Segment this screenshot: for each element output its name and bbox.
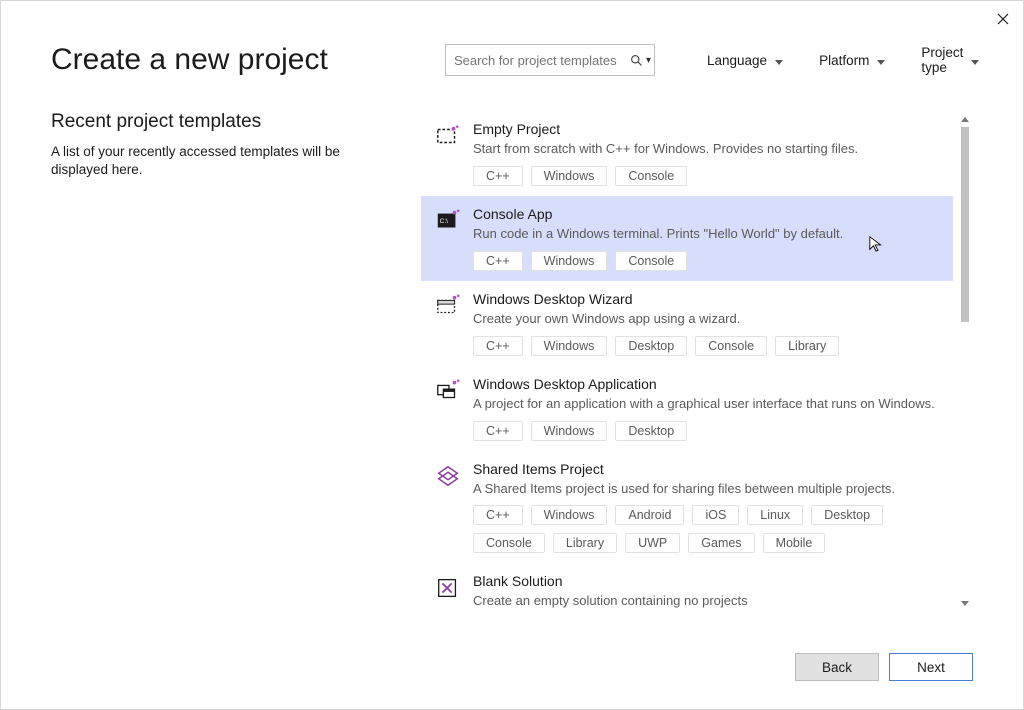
filter-project-type[interactable]: Project type [921,45,979,75]
caret-down-icon [971,53,979,68]
filter-platform-label: Platform [819,53,869,68]
template-tags: C++ Windows Desktop [473,421,939,441]
template-name: Blank Solution [473,573,939,589]
filter-platform[interactable]: Platform [819,45,885,75]
new-project-dialog: Create a new project ▾ Language Platform… [0,0,1024,710]
template-list[interactable]: Empty Project Start from scratch with C++… [421,111,953,611]
template-tag: Desktop [615,421,687,441]
template-tag: C++ [473,421,523,441]
template-tag: Windows [531,166,608,186]
template-tag: Console [615,166,687,186]
template-tag: Library [775,336,839,356]
template-tag: Desktop [811,505,883,525]
next-button-label: Next [917,660,945,675]
page-title: Create a new project [51,43,421,77]
scroll-thumb[interactable] [961,127,969,322]
filter-project-type-label: Project type [921,45,963,75]
template-name: Console App [473,206,939,222]
filter-language[interactable]: Language [707,45,783,75]
template-body: Windows Desktop Wizard Create your own Wi… [473,291,939,356]
template-desc: Create an empty solution containing no p… [473,593,939,610]
template-tag: Windows [531,336,608,356]
template-item[interactable]: Empty Project Start from scratch with C++… [421,111,953,196]
template-item[interactable]: Shared Items Project A Shared Items proje… [421,451,953,564]
template-tag: Mobile [763,533,826,553]
caret-down-icon [775,53,783,68]
template-desc: A project for an application with a grap… [473,396,939,413]
template-tags: C++ Windows Desktop Console Library [473,336,939,356]
template-name: Windows Desktop Wizard [473,291,939,307]
template-icon [435,463,461,489]
template-body: Blank Solution Create an empty solution c… [473,573,939,611]
scrollbar[interactable] [957,111,973,611]
template-desc: Run code in a Windows terminal. Prints "… [473,226,939,243]
filter-bar: Language Platform Project type [707,45,979,75]
template-tag: Library [553,533,617,553]
caret-down-icon [877,53,885,68]
filter-language-label: Language [707,53,767,68]
template-icon [435,378,461,404]
template-name: Empty Project [473,121,939,137]
template-tag: Console [615,251,687,271]
template-tag: Windows [531,421,608,441]
scroll-track[interactable] [957,127,973,595]
template-tags: C++ Windows Console [473,166,939,186]
template-desc: A Shared Items project is used for shari… [473,481,939,498]
template-tags: C++ Windows Console [473,251,939,271]
template-tag: iOS [692,505,739,525]
template-search[interactable]: ▾ [445,44,655,76]
template-tag: Windows [531,251,608,271]
template-tag: Games [688,533,754,553]
template-body: Console App Run code in a Windows termina… [473,206,939,271]
template-tag: C++ [473,505,523,525]
template-icon [435,293,461,319]
template-tag: C++ [473,166,523,186]
svg-text:C:\: C:\ [440,218,449,225]
close-icon [997,13,1009,25]
template-desc: Start from scratch with C++ for Windows.… [473,141,939,158]
template-body: Shared Items Project A Shared Items proje… [473,461,939,554]
template-body: Empty Project Start from scratch with C++… [473,121,939,186]
dialog-body: Recent project templates A list of your … [1,77,1023,617]
template-icon [435,575,461,601]
template-item[interactable]: C:\ Console App Run code in a Windows term… [421,196,953,281]
template-item[interactable]: Windows Desktop Wizard Create your own Wi… [421,281,953,366]
back-button-label: Back [822,660,852,675]
next-button[interactable]: Next [889,653,973,681]
scroll-down-button[interactable] [957,595,973,611]
template-tag: Android [615,505,684,525]
template-list-wrap: Empty Project Start from scratch with C++… [421,111,973,611]
template-tag: Linux [747,505,803,525]
template-tag: Console [473,533,545,553]
template-icon: C:\ [435,208,461,234]
template-tag: C++ [473,251,523,271]
header-row: Create a new project ▾ Language Platform… [1,1,1023,77]
template-tag: Console [695,336,767,356]
recent-note: A list of your recently accessed templat… [51,143,351,179]
close-button[interactable] [993,9,1013,29]
template-tag: Desktop [615,336,687,356]
template-name: Shared Items Project [473,461,939,477]
search-icon[interactable]: ▾ [630,54,651,67]
template-icon [435,123,461,149]
template-name: Windows Desktop Application [473,376,939,392]
template-tag: UWP [625,533,680,553]
template-item[interactable]: Blank Solution Create an empty solution c… [421,563,953,611]
dialog-footer: Back Next [795,653,973,681]
template-body: Windows Desktop Application A project for… [473,376,939,441]
template-item[interactable]: Windows Desktop Application A project for… [421,366,953,451]
scroll-up-button[interactable] [957,111,973,127]
template-desc: Create your own Windows app using a wiza… [473,311,939,328]
template-tags: C++ Windows Android iOS Linux Desktop Console L… [473,505,939,553]
template-tag: C++ [473,336,523,356]
search-input[interactable] [454,53,630,68]
template-tag: Windows [531,505,608,525]
recent-heading: Recent project templates [51,111,401,133]
recent-templates-panel: Recent project templates A list of your … [51,111,421,617]
back-button[interactable]: Back [795,653,879,681]
